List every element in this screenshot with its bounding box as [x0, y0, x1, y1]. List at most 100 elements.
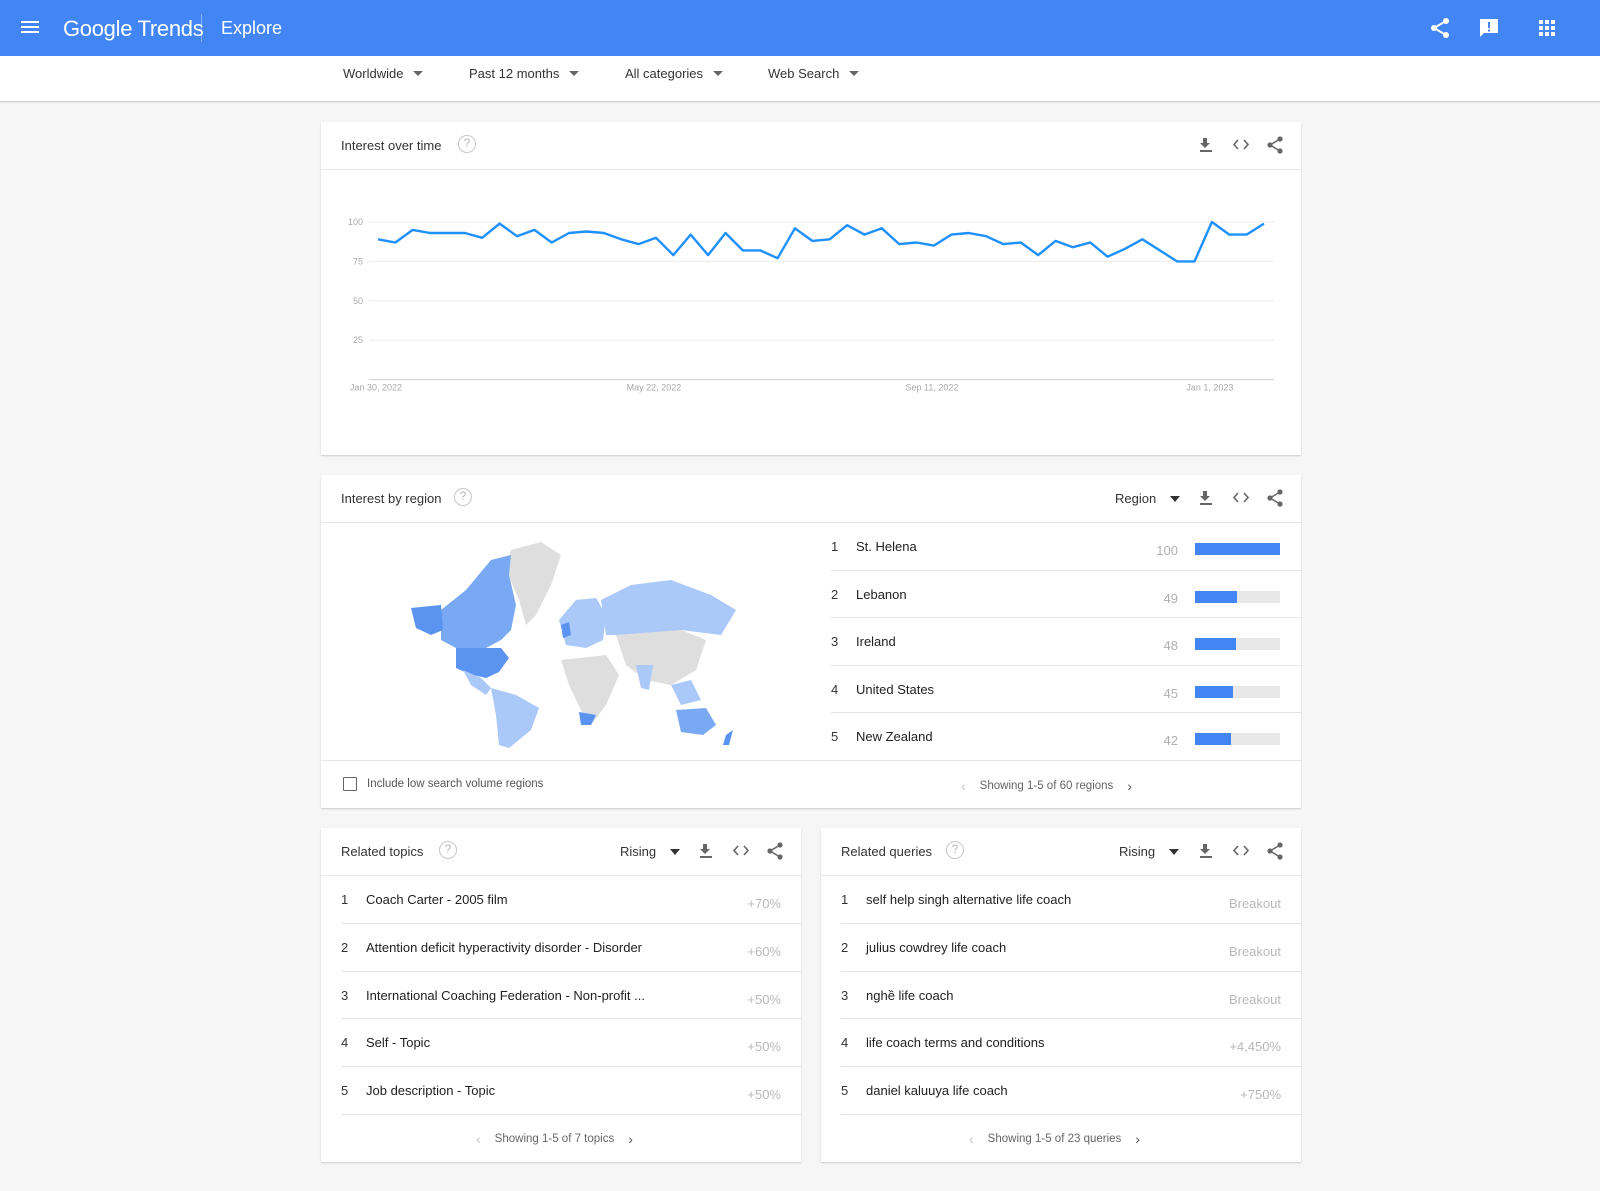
data-point[interactable]: [1017, 238, 1025, 246]
data-point[interactable]: [774, 254, 782, 262]
topic-name[interactable]: Attention deficit hyperactivity disorder…: [366, 940, 642, 955]
data-point[interactable]: [808, 237, 816, 245]
feedback-icon[interactable]: [1477, 16, 1501, 40]
next-page-icon[interactable]: ›: [1135, 1131, 1140, 1147]
map-region-alaska[interactable]: [411, 605, 443, 635]
low-volume-checkbox[interactable]: [343, 777, 357, 791]
region-name[interactable]: United States: [856, 682, 934, 697]
share-icon[interactable]: [1265, 135, 1285, 155]
data-point[interactable]: [878, 224, 886, 232]
map-region-south-america[interactable]: [491, 688, 539, 748]
region-name[interactable]: New Zealand: [856, 729, 933, 744]
region-row[interactable]: 3 Ireland 48: [831, 618, 1301, 666]
map-region-canada[interactable]: [441, 555, 516, 648]
map-region-india[interactable]: [636, 665, 653, 690]
data-point[interactable]: [843, 221, 851, 229]
apps-grid-icon[interactable]: [1535, 16, 1559, 40]
map-region-united-states[interactable]: [456, 648, 509, 678]
topic-name[interactable]: Coach Carter - 2005 film: [366, 892, 508, 907]
query-name[interactable]: self help singh alternative life coach: [866, 892, 1071, 907]
help-icon[interactable]: ?: [454, 488, 472, 506]
data-point[interactable]: [513, 232, 521, 240]
resolution-dropdown[interactable]: Region: [1115, 491, 1181, 506]
data-point[interactable]: [756, 246, 764, 254]
region-row[interactable]: 1 St. Helena 100: [831, 523, 1301, 571]
query-row[interactable]: 3 nghề life coach Breakout: [841, 972, 1301, 1020]
query-row[interactable]: 4 life coach terms and conditions +4,450…: [841, 1019, 1301, 1068]
region-row[interactable]: 5 New Zealand 42: [831, 713, 1301, 761]
prev-page-icon[interactable]: ‹: [476, 1131, 481, 1147]
data-point[interactable]: [1104, 253, 1112, 261]
region-name[interactable]: St. Helena: [856, 539, 917, 554]
data-point[interactable]: [687, 231, 695, 239]
data-point[interactable]: [739, 246, 747, 254]
help-icon[interactable]: ?: [946, 841, 964, 859]
data-point[interactable]: [965, 229, 973, 237]
data-point[interactable]: [791, 224, 799, 232]
data-point[interactable]: [1052, 237, 1060, 245]
region-name[interactable]: Lebanon: [856, 587, 907, 602]
download-icon[interactable]: [1197, 841, 1217, 861]
download-icon[interactable]: [1197, 135, 1217, 155]
data-point[interactable]: [1069, 243, 1077, 251]
embed-icon[interactable]: [1231, 841, 1251, 861]
data-point[interactable]: [548, 238, 556, 246]
data-point[interactable]: [669, 251, 677, 259]
data-point[interactable]: [826, 235, 834, 243]
query-name[interactable]: nghề life coach: [866, 988, 953, 1003]
data-point[interactable]: [600, 229, 608, 237]
data-point[interactable]: [1260, 220, 1268, 228]
prev-page-icon[interactable]: ‹: [961, 778, 966, 794]
data-point[interactable]: [1156, 246, 1164, 254]
app-logo[interactable]: Google Trends: [63, 16, 204, 42]
next-page-icon[interactable]: ›: [1127, 778, 1132, 794]
data-point[interactable]: [704, 251, 712, 259]
data-point[interactable]: [860, 231, 868, 239]
region-row[interactable]: 2 Lebanon 49: [831, 571, 1301, 619]
topic-row[interactable]: 3 International Coaching Federation - No…: [341, 972, 801, 1020]
data-point[interactable]: [461, 229, 469, 237]
data-point[interactable]: [999, 240, 1007, 248]
map-region-europe[interactable]: [559, 598, 606, 648]
map-region-southeast-asia[interactable]: [671, 680, 701, 705]
data-point[interactable]: [652, 234, 660, 242]
share-icon[interactable]: [1265, 488, 1285, 508]
data-point[interactable]: [391, 238, 399, 246]
data-point[interactable]: [1225, 231, 1233, 239]
data-point[interactable]: [721, 229, 729, 237]
data-point[interactable]: [895, 240, 903, 248]
data-point[interactable]: [409, 226, 417, 234]
topic-row[interactable]: 4 Self - Topic +50%: [341, 1019, 801, 1068]
data-point[interactable]: [982, 232, 990, 240]
query-name[interactable]: daniel kaluuya life coach: [866, 1083, 1008, 1098]
share-icon[interactable]: [1265, 841, 1285, 861]
help-icon[interactable]: ?: [458, 135, 476, 153]
data-point[interactable]: [947, 231, 955, 239]
topic-name[interactable]: Self - Topic: [366, 1035, 430, 1050]
map-region-new-zealand[interactable]: [723, 730, 733, 745]
region-name[interactable]: Ireland: [856, 634, 896, 649]
location-filter[interactable]: Worldwide: [343, 66, 424, 81]
topic-row[interactable]: 1 Coach Carter - 2005 film +70%: [341, 876, 801, 924]
topics-mode-dropdown[interactable]: Rising: [620, 844, 681, 859]
menu-icon[interactable]: [18, 18, 42, 38]
topic-row[interactable]: 5 Job description - Topic +50%: [341, 1067, 801, 1115]
topic-name[interactable]: International Coaching Federation - Non-…: [366, 988, 645, 1003]
download-icon[interactable]: [1197, 488, 1217, 508]
map-region-asia[interactable]: [616, 630, 706, 685]
data-point[interactable]: [930, 242, 938, 250]
query-row[interactable]: 1 self help singh alternative life coach…: [841, 876, 1301, 924]
query-name[interactable]: julius cowdrey life coach: [866, 940, 1006, 955]
data-point[interactable]: [496, 220, 504, 228]
prev-page-icon[interactable]: ‹: [969, 1131, 974, 1147]
data-point[interactable]: [374, 235, 382, 243]
queries-mode-dropdown[interactable]: Rising: [1119, 844, 1180, 859]
data-point[interactable]: [443, 229, 451, 237]
data-point[interactable]: [1243, 231, 1251, 239]
map-region-australia[interactable]: [676, 708, 716, 735]
share-icon[interactable]: [1428, 16, 1452, 40]
topic-name[interactable]: Job description - Topic: [366, 1083, 495, 1098]
next-page-icon[interactable]: ›: [628, 1131, 633, 1147]
data-point[interactable]: [1208, 218, 1216, 226]
data-point[interactable]: [478, 234, 486, 242]
